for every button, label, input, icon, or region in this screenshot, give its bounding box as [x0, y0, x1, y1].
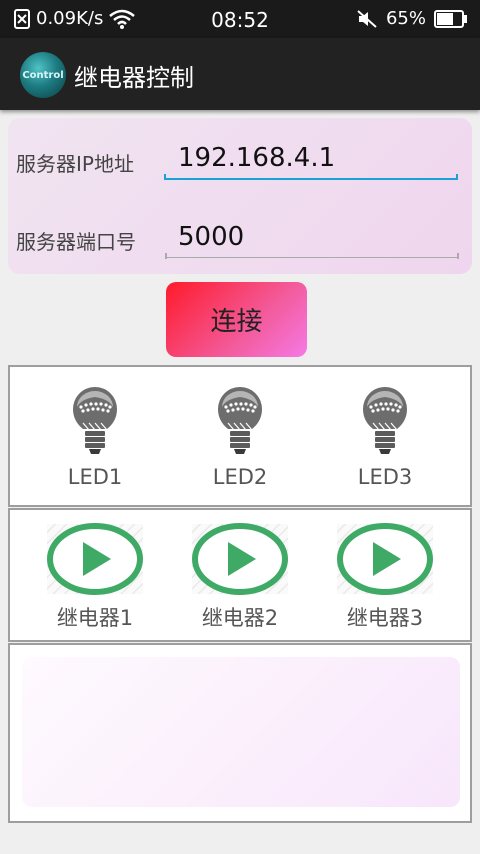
ip-underline-right-cap [456, 174, 458, 180]
light-bulb-icon [363, 387, 407, 454]
ip-label: 服务器IP地址 [16, 152, 134, 176]
ip-underline-left-cap [164, 174, 166, 180]
play-icon [192, 523, 288, 595]
battery-icon [434, 9, 467, 28]
light-bulb-icon [73, 387, 117, 454]
port-underline-right-cap [457, 253, 459, 259]
relay-panel: 继电器1 继电器2 继电器3 [8, 508, 472, 642]
message-log-area [22, 657, 460, 807]
led-toggle-2[interactable]: LED2 [185, 383, 295, 489]
light-bulb-icon [218, 387, 262, 454]
status-right: 65% [356, 8, 468, 29]
app-bar: Control 继电器控制 [0, 38, 480, 110]
led-label-2: LED2 [212, 465, 268, 489]
ip-input[interactable] [166, 138, 458, 180]
led-panel: LED1 LED2 LED3 [8, 365, 472, 507]
port-input[interactable] [166, 216, 458, 258]
relay-toggle-1[interactable]: 继电器1 [40, 522, 150, 632]
server-config-panel: 服务器IP地址 服务器端口号 [8, 118, 472, 274]
relay-label-1: 继电器1 [56, 606, 134, 630]
relay-label-3: 继电器3 [346, 606, 424, 630]
app-title: 继电器控制 [74, 64, 194, 92]
relay-label-2: 继电器2 [201, 606, 279, 630]
led-toggle-3[interactable]: LED3 [330, 383, 440, 489]
app-logo: Control [20, 52, 66, 98]
play-icon [337, 523, 433, 595]
battery-percent: 65% [385, 8, 426, 29]
mute-icon [357, 9, 377, 28]
connect-button[interactable]: 连接 [166, 282, 307, 357]
port-underline-left-cap [165, 253, 167, 259]
led-label-3: LED3 [357, 465, 413, 489]
relay-toggle-3[interactable]: 继电器3 [330, 522, 440, 632]
message-panel [8, 643, 472, 823]
led-label-1: LED1 [67, 465, 123, 489]
play-icon [47, 523, 143, 595]
port-label: 服务器端口号 [16, 230, 136, 254]
relay-toggle-2[interactable]: 继电器2 [185, 522, 295, 632]
status-bar: 0.09K/s 08:52 65% [0, 0, 480, 38]
led-toggle-1[interactable]: LED1 [40, 383, 150, 489]
